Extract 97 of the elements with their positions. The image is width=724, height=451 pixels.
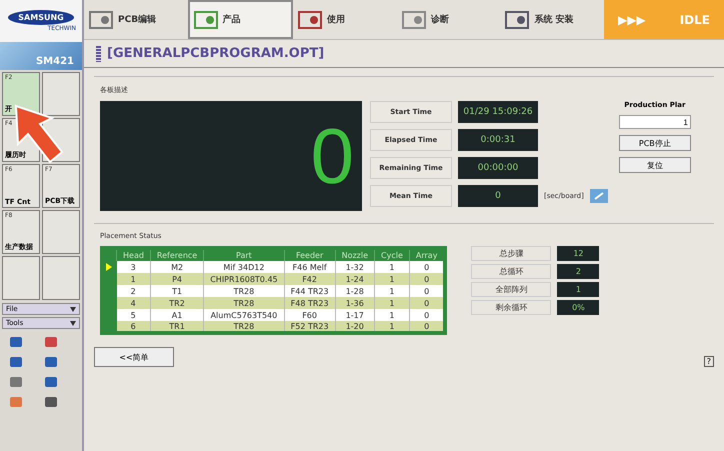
table-cell: 1 — [374, 273, 410, 285]
table-cell: 6 — [116, 321, 150, 333]
stat-label: 剩余循环 — [471, 300, 552, 315]
table-cell: F44 TR23 — [284, 285, 336, 297]
table-cell: 1 — [374, 309, 410, 321]
brand-logo: SAMSUNG — [8, 10, 74, 25]
action-button[interactable]: PCB停止 — [618, 135, 691, 151]
board-counter: 0 — [100, 101, 362, 211]
tool-icon[interactable] — [8, 354, 24, 370]
table-cell: P4 — [150, 273, 204, 285]
table-cell: 0 — [409, 297, 446, 309]
table-cell: F60 — [284, 309, 336, 321]
table-cell: F42 — [284, 273, 336, 285]
table-cell: TR1 — [150, 321, 204, 333]
tool-icon[interactable] — [43, 394, 59, 410]
tool-icon[interactable] — [8, 334, 24, 350]
stat-label: 全部阵列 — [471, 282, 552, 297]
table-cell: 0 — [409, 321, 446, 333]
column-header: Feeder — [284, 248, 336, 261]
table-cell: F48 TR23 — [284, 297, 336, 309]
table-cell: 1-32 — [335, 261, 374, 273]
nav-tab[interactable]: 诊断 — [396, 0, 500, 39]
table-cell: TR28 — [204, 297, 284, 309]
tool-icon[interactable] — [8, 394, 24, 410]
product-banner: SM421 — [0, 42, 82, 70]
plan-field[interactable]: 1 — [618, 115, 691, 129]
table-cell: 2 — [116, 285, 150, 297]
table-cell: 1-17 — [335, 309, 374, 321]
column-header: Array — [409, 248, 446, 261]
monitor-icon — [298, 10, 322, 30]
tool-icon[interactable] — [43, 334, 59, 350]
column-header: Head — [116, 248, 150, 261]
action-button[interactable]: 复位 — [618, 157, 691, 173]
monitor-icon — [194, 10, 218, 30]
table-cell: TR28 — [204, 321, 284, 333]
stat-value: 1 — [557, 282, 600, 297]
table-cell: 1-20 — [335, 321, 374, 333]
table-cell: A1 — [150, 309, 204, 321]
table-cell: 1 — [374, 297, 410, 309]
table-cell: 0 — [409, 285, 446, 297]
nav-tab[interactable]: PCB编辑 — [84, 0, 188, 39]
stat-value: 12 — [557, 246, 600, 261]
function-key[interactable] — [42, 210, 80, 254]
column-header: Nozzle — [335, 248, 374, 261]
tool-icon[interactable] — [8, 374, 24, 390]
function-key[interactable] — [42, 256, 80, 300]
time-value: 0 — [458, 185, 538, 207]
table-cell: TR28 — [204, 285, 284, 297]
table-cell: 0 — [409, 309, 446, 321]
stat-value: 0% — [557, 300, 600, 315]
row-pointer-icon[interactable] — [106, 263, 112, 271]
stat-label: 总步骤 — [471, 246, 552, 261]
column-header: Part — [204, 248, 284, 261]
table-cell: Mif 34D12 — [204, 261, 284, 273]
table-cell: 4 — [116, 297, 150, 309]
program-title: [GENERALPCBPROGRAM.OPT] — [107, 46, 324, 61]
function-key[interactable] — [42, 72, 80, 116]
stat-label: 总循环 — [471, 264, 552, 279]
table-cell: 1-36 — [335, 297, 374, 309]
table-cell: TR2 — [150, 297, 204, 309]
table-cell: F52 TR23 — [284, 321, 336, 333]
nav-tab[interactable]: 系统 安装 — [500, 0, 604, 39]
help-button[interactable]: ? — [704, 356, 714, 367]
table-cell: 1 — [374, 321, 410, 333]
tool-icon[interactable] — [43, 354, 59, 370]
column-header: Reference — [150, 248, 204, 261]
monitor-icon — [402, 10, 426, 30]
table-cell: 3 — [116, 261, 150, 273]
status-indicator: ▶▶▶ IDLE — [604, 0, 724, 39]
table-cell: M2 — [150, 261, 204, 273]
tool-icon[interactable] — [43, 374, 59, 390]
title-stripe-icon — [96, 46, 101, 62]
table-cell: CHIPR1608T0.45 — [204, 273, 284, 285]
time-value: 01/29 15:09:26 — [458, 101, 538, 123]
table-cell: 0 — [409, 261, 446, 273]
table-cell: 0 — [409, 273, 446, 285]
monitor-icon — [505, 10, 530, 30]
table-cell: F46 Melf — [284, 261, 336, 273]
function-key[interactable] — [2, 256, 40, 300]
table-cell: 1 — [374, 285, 410, 297]
stat-value: 2 — [557, 264, 600, 279]
simple-mode-button[interactable]: <<简单 — [94, 347, 174, 367]
nav-tab[interactable]: 使用 — [293, 0, 397, 39]
nav-tab[interactable]: 产品 — [188, 0, 294, 39]
time-value: 00:00:00 — [458, 157, 538, 179]
caret-icon — [70, 306, 76, 312]
table-cell: 1-24 — [335, 273, 374, 285]
table-cell: T1 — [150, 285, 204, 297]
caret-icon — [70, 320, 76, 326]
time-value: 0:00:31 — [458, 129, 538, 151]
column-header: Cycle — [374, 248, 410, 261]
monitor-icon — [89, 10, 113, 30]
table-cell: 5 — [116, 309, 150, 321]
table-cell: 1 — [116, 273, 150, 285]
table-cell: 1 — [374, 261, 410, 273]
table-cell: 1-28 — [335, 285, 374, 297]
table-cell: AlumC5763T540 — [204, 309, 284, 321]
